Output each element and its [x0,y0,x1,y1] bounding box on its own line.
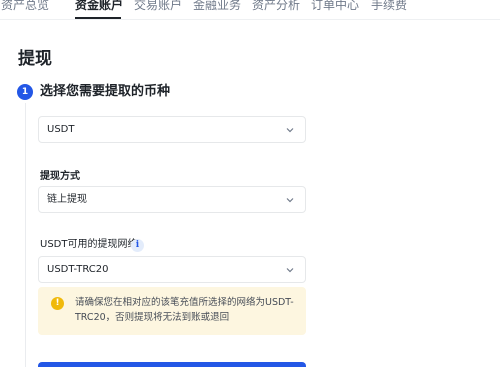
network-select-value: USDT-TRC20 [47,264,109,275]
top-nav: 资产总览 资金账户 交易账户 金融业务 资产分析 订单中心 手续费 [0,0,500,20]
step-number-badge: 1 [17,84,33,100]
tab-order-center[interactable]: 订单中心 [311,0,359,13]
withdraw-method-label: 提现方式 [40,171,80,182]
tab-asset-overview[interactable]: 资产总览 [1,0,49,13]
tab-asset-analysis[interactable]: 资产分析 [252,0,300,13]
chevron-down-icon [286,128,294,133]
warning-icon: ! [51,297,64,310]
tab-fees[interactable]: 手续费 [371,0,407,13]
withdraw-method-value: 链上提现 [47,194,87,205]
network-warning-box: ! 请确保您在相对应的该笔充值所选择的网络为USDT-TRC20，否则提现将无法… [38,287,306,335]
submit-button[interactable] [38,362,306,367]
tab-trading-account[interactable]: 交易账户 [134,0,182,13]
tab-funding-account[interactable]: 资金账户 [75,0,123,13]
active-tab-indicator [75,17,121,19]
step-title: 选择您需要提取的币种 [40,84,171,99]
tab-finance[interactable]: 金融业务 [193,0,241,13]
step-connector-line [25,103,26,367]
page-title: 提现 [18,49,52,69]
currency-select[interactable]: USDT [38,116,306,143]
network-label: USDT可用的提现网络 [40,239,138,250]
warning-text: 请确保您在相对应的该笔充值所选择的网络为USDT-TRC20，否则提现将无法到账… [75,297,294,323]
info-icon[interactable]: i [131,239,144,252]
chevron-down-icon [286,198,294,203]
currency-select-value: USDT [47,124,75,135]
network-select[interactable]: USDT-TRC20 [38,256,306,283]
chevron-down-icon [286,268,294,273]
withdraw-method-select[interactable]: 链上提现 [38,186,306,213]
